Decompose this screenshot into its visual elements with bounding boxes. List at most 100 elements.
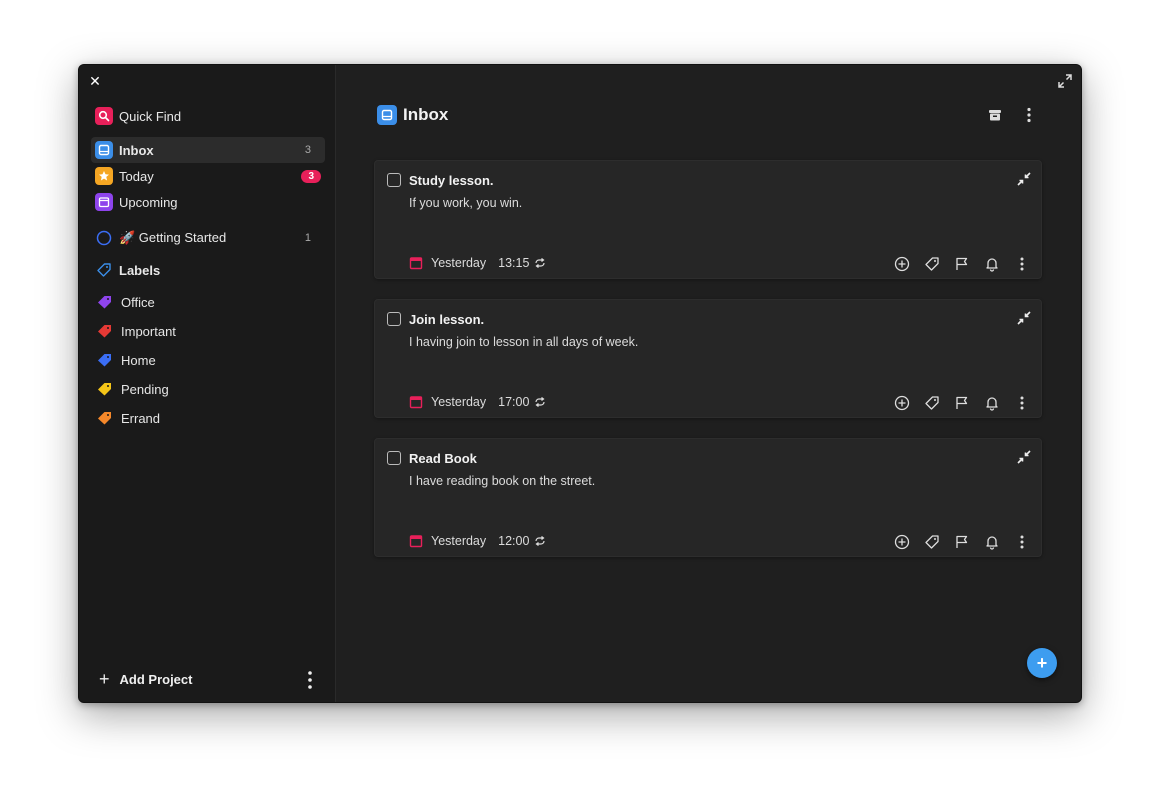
sidebar-label-pending[interactable]: Pending xyxy=(97,378,169,400)
task-due[interactable]: Yesterday 13:15 xyxy=(409,256,546,270)
more-vertical-icon xyxy=(1020,257,1024,271)
inbox-icon xyxy=(377,105,397,125)
sidebar-item-label: Upcoming xyxy=(119,194,178,210)
task-more-button[interactable] xyxy=(1013,394,1031,412)
task-actions xyxy=(881,533,1031,551)
bell-icon xyxy=(986,536,998,550)
task-checkbox[interactable] xyxy=(387,312,401,326)
collapse-icon[interactable] xyxy=(1017,172,1031,186)
page-title: Inbox xyxy=(403,105,449,124)
reminder-button[interactable] xyxy=(983,533,1001,551)
tag-icon xyxy=(98,383,111,396)
label-button[interactable] xyxy=(923,533,941,551)
add-task-fab[interactable]: + xyxy=(1027,648,1057,678)
plus-circle-icon xyxy=(894,534,910,550)
task-date: Yesterday xyxy=(431,256,487,270)
inbox-count: 3 xyxy=(304,144,311,156)
sidebar-item-label: Today xyxy=(119,168,154,184)
plus-circle-icon xyxy=(894,256,910,272)
reminder-button[interactable] xyxy=(983,394,1001,412)
sidebar-label-office[interactable]: Office xyxy=(97,291,155,313)
flag-icon xyxy=(956,396,968,409)
task-checkbox[interactable] xyxy=(387,173,401,187)
sidebar-label-text: Pending xyxy=(121,381,169,397)
task-card[interactable]: Study lesson. If you work, you win. Yest… xyxy=(374,160,1042,279)
flag-icon xyxy=(956,535,968,548)
sidebar-label-text: Important xyxy=(121,323,176,339)
sidebar-item-label: 🚀 Getting Started xyxy=(119,230,227,245)
app-window: ✕ Quick Find Inbox 3 Today 3 Upcoming 🚀 … xyxy=(78,64,1082,703)
sidebar-item-label: Inbox xyxy=(119,142,154,158)
task-date: Yesterday xyxy=(431,395,487,409)
task-time: 13:15 xyxy=(498,256,530,270)
sidebar-item-today[interactable]: Today 3 xyxy=(91,163,325,189)
task-date: Yesterday xyxy=(431,534,487,548)
archive-icon xyxy=(989,110,1001,121)
priority-button[interactable] xyxy=(953,255,971,273)
sidebar-item-inbox[interactable]: Inbox 3 xyxy=(91,137,325,163)
task-due[interactable]: Yesterday 12:00 xyxy=(409,534,546,548)
archive-button[interactable] xyxy=(985,105,1005,125)
search-icon xyxy=(95,107,113,125)
header-more-button[interactable] xyxy=(1019,105,1039,125)
sidebar-label-important[interactable]: Important xyxy=(97,320,176,342)
labels-header-label: Labels xyxy=(119,262,161,278)
more-vertical-icon xyxy=(1027,107,1031,123)
tag-icon xyxy=(95,261,113,279)
sidebar-label-errand[interactable]: Errand xyxy=(97,407,160,429)
task-more-button[interactable] xyxy=(1013,533,1031,551)
task-actions xyxy=(881,255,1031,273)
repeat-icon xyxy=(535,397,546,407)
task-title[interactable]: Join lesson. xyxy=(409,312,484,327)
task-time: 12:00 xyxy=(498,534,530,548)
plus-icon: + xyxy=(99,669,110,689)
circle-icon xyxy=(95,229,113,247)
quick-find-button[interactable]: Quick Find xyxy=(91,103,325,129)
project-count: 1 xyxy=(304,232,311,244)
add-subtask-button[interactable] xyxy=(893,255,911,273)
add-subtask-button[interactable] xyxy=(893,533,911,551)
calendar-icon xyxy=(95,193,113,211)
task-more-button[interactable] xyxy=(1013,255,1031,273)
collapse-icon[interactable] xyxy=(1017,311,1031,325)
label-button[interactable] xyxy=(923,255,941,273)
collapse-icon[interactable] xyxy=(1017,450,1031,464)
sidebar: ✕ Quick Find Inbox 3 Today 3 Upcoming 🚀 … xyxy=(79,65,336,702)
task-card[interactable]: Join lesson. I having join to lesson in … xyxy=(374,299,1042,418)
maximize-icon[interactable] xyxy=(1057,73,1073,89)
task-description: If you work, you win. xyxy=(409,196,523,210)
sidebar-item-project-getting-started[interactable]: 🚀 Getting Started 1 xyxy=(91,225,325,251)
tag-icon xyxy=(98,412,111,425)
task-title[interactable]: Read Book xyxy=(409,451,477,466)
sidebar-item-upcoming[interactable]: Upcoming xyxy=(91,189,325,215)
calendar-icon xyxy=(409,535,423,548)
add-project-button[interactable]: + Add Project xyxy=(99,670,192,688)
task-time: 17:00 xyxy=(498,395,530,409)
sidebar-label-text: Errand xyxy=(121,410,161,426)
add-project-label: Add Project xyxy=(119,671,193,687)
reminder-button[interactable] xyxy=(983,255,1001,273)
task-description: I have reading book on the street. xyxy=(409,474,596,488)
plus-circle-icon xyxy=(894,395,910,411)
more-vertical-icon xyxy=(1020,396,1024,410)
window-close-button[interactable]: ✕ xyxy=(87,73,103,89)
task-due[interactable]: Yesterday 17:00 xyxy=(409,395,546,409)
sidebar-label-home[interactable]: Home xyxy=(97,349,156,371)
repeat-icon xyxy=(535,258,546,268)
label-button[interactable] xyxy=(923,394,941,412)
more-vertical-icon[interactable] xyxy=(305,670,315,690)
bell-icon xyxy=(986,258,998,272)
more-vertical-icon xyxy=(1020,535,1024,549)
page-header: Inbox xyxy=(377,105,448,125)
sidebar-labels-header[interactable]: Labels xyxy=(91,257,325,283)
priority-button[interactable] xyxy=(953,533,971,551)
task-checkbox[interactable] xyxy=(387,451,401,465)
add-subtask-button[interactable] xyxy=(893,394,911,412)
task-title[interactable]: Study lesson. xyxy=(409,173,494,188)
tag-icon xyxy=(925,535,939,549)
task-card[interactable]: Read Book I have reading book on the str… xyxy=(374,438,1042,557)
calendar-icon xyxy=(409,257,423,270)
star-icon xyxy=(95,167,113,185)
inbox-icon xyxy=(95,141,113,159)
priority-button[interactable] xyxy=(953,394,971,412)
